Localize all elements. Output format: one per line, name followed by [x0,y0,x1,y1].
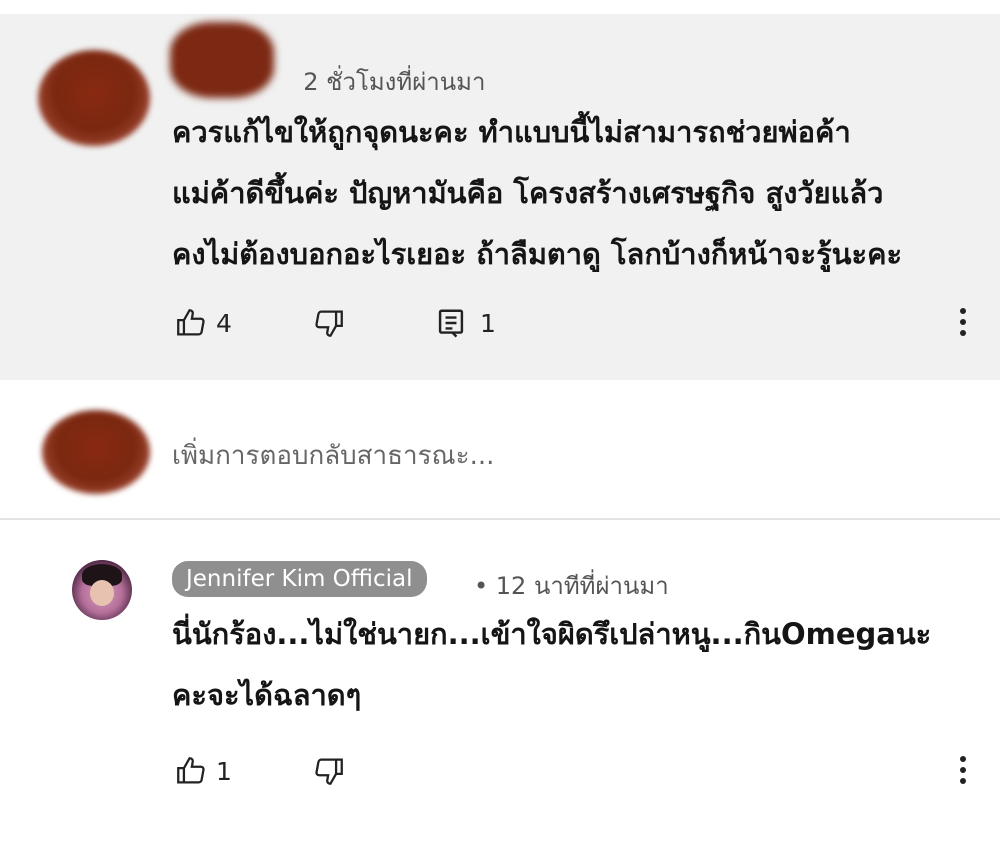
comment-more-button[interactable] [958,308,968,341]
reply-like-count: 1 [216,756,232,786]
current-user-avatar [42,410,150,494]
comment-line: คงไม่ต้องบอกอะไรเยอะ ถ้าลืมตาดู โลกบ้างก… [172,237,903,271]
reply-like-button[interactable]: 1 [174,754,232,788]
reply-line: นี่นักร้อง...ไม่ใช่นายก...เข้าใจผิดรึเปล… [172,617,932,651]
comment-replies-button[interactable]: 1 [436,306,496,340]
comment-line: ควรแก้ไขให้ถูกจุดนะคะ ทำแบบนี้ไม่สามารถช… [172,115,851,149]
comment-like-count: 4 [216,308,232,338]
reply-text: นี่นักร้อง...ไม่ใช่นายก...เข้าใจผิดรึเปล… [172,604,982,726]
comment-meta: 2 ชั่วโมงที่ผ่านมา [170,62,485,101]
thumbs-down-icon [315,758,343,785]
reply-dislike-button[interactable] [312,754,346,788]
comment-like-button[interactable]: 4 [174,306,232,340]
comment-time: 2 ชั่วโมงที่ผ่านมา [303,68,486,96]
reply-line: คะจะได้ฉลาดๆ [172,678,362,712]
reply-more-button[interactable] [958,756,968,789]
reply-comment-icon [438,309,464,338]
comment-line: แม่ค้าดีขึ้นค่ะ ปัญหามันคือ โครงสร้างเศร… [172,176,884,210]
comment-reply-count: 1 [480,308,496,338]
thumbs-down-icon [315,310,343,337]
reply-input[interactable]: เพิ่มการตอบกลับสาธารณะ... [172,435,494,476]
thumbs-up-icon [177,309,205,336]
reply-author-avatar[interactable] [72,560,132,620]
divider [0,518,1000,520]
thumbs-up-icon [177,757,205,784]
top-strip [0,0,1000,14]
more-vertical-icon [960,308,966,314]
reply-time: • 12 นาทีที่ผ่านมา [474,572,669,600]
comment-dislike-button[interactable] [312,306,346,340]
comment-author[interactable] [170,68,178,96]
reply-author-badge[interactable]: Jennifer Kim Official [172,561,427,597]
more-vertical-icon [960,756,966,762]
comment-text: ควรแก้ไขให้ถูกจุดนะคะ ทำแบบนี้ไม่สามารถช… [172,102,982,285]
commenter-avatar[interactable] [38,50,150,146]
